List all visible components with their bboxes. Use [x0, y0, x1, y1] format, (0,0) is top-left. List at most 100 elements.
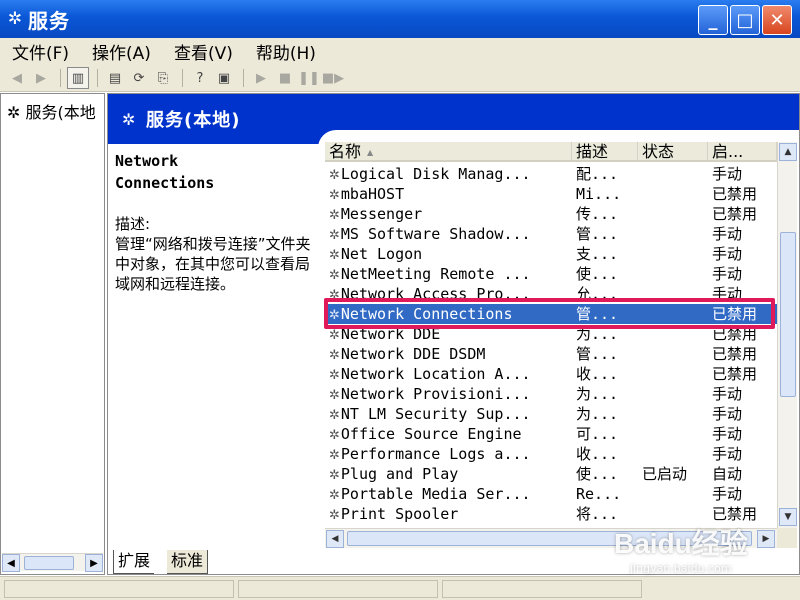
- scroll-left-icon[interactable]: ◀: [326, 530, 344, 548]
- view-tabs: 扩展 标准: [107, 550, 507, 574]
- service-startup-type: 手动: [712, 245, 743, 263]
- service-startup-type: 已禁用: [712, 205, 758, 223]
- refresh-icon[interactable]: ⟳: [128, 67, 150, 89]
- close-icon: ✕: [769, 9, 785, 31]
- tab-standard[interactable]: 标准: [167, 550, 209, 574]
- tree-horizontal-scrollbar[interactable]: ◀ ▶: [2, 553, 103, 572]
- watermark-logo: Baidu经验: [614, 528, 748, 559]
- description-label: 描述:: [115, 215, 151, 233]
- pane-title: 服务(本地): [146, 110, 241, 131]
- forward-arrow-icon[interactable]: ▶: [30, 67, 52, 89]
- service-name: ✲Messenger: [329, 204, 569, 226]
- service-row[interactable]: ✲Network DDE DSDM 管... 已禁用: [325, 344, 777, 364]
- service-name-text: Logical Disk Manag...: [340, 165, 531, 183]
- service-row[interactable]: ✲Logical Disk Manag... 配... 手动: [325, 164, 777, 184]
- window-title: 服务: [28, 8, 70, 33]
- scroll-right-icon[interactable]: ▶: [85, 554, 103, 572]
- service-row[interactable]: ✲MS Software Shadow... 管... 手动: [325, 224, 777, 244]
- menu-help[interactable]: 帮助(H): [244, 39, 327, 64]
- console-icon[interactable]: ▣: [213, 67, 235, 89]
- stop-service-icon[interactable]: ■: [274, 67, 296, 89]
- vertical-scrollbar[interactable]: ▲ ▼: [777, 142, 797, 528]
- service-row[interactable]: ✲Net Logon 支... 手动: [325, 244, 777, 264]
- service-startup-type: 手动: [712, 165, 743, 183]
- service-gear-icon: ✲: [329, 348, 340, 363]
- service-name-text: Office Source Engine: [340, 425, 522, 443]
- back-arrow-icon[interactable]: ◀: [6, 67, 28, 89]
- service-description: Re...: [576, 485, 622, 503]
- help-icon[interactable]: ?: [189, 67, 211, 89]
- service-row[interactable]: ✲NT LM Security Sup... 为... 手动: [325, 404, 777, 424]
- service-gear-icon: ✲: [329, 388, 340, 403]
- column-startup-type[interactable]: 启...: [708, 142, 777, 162]
- service-description: 为...: [576, 405, 619, 423]
- service-description: 使...: [576, 265, 619, 283]
- service-description: 将...: [576, 505, 619, 523]
- service-name: ✲NetMeeting Remote ...: [329, 264, 569, 286]
- export-list-icon[interactable]: ⎘: [152, 67, 174, 89]
- service-row[interactable]: ✲Network Provisioni... 为... 手动: [325, 384, 777, 404]
- service-description: 收...: [576, 365, 619, 383]
- tab-extended[interactable]: 扩展: [113, 550, 155, 574]
- services-list[interactable]: 名称 ▲ 描述 状态 启... ✲Logical Disk Manag... 配..…: [325, 142, 799, 550]
- scroll-left-icon[interactable]: ◀: [2, 554, 20, 572]
- pause-service-icon[interactable]: ❚❚: [298, 67, 320, 89]
- service-name-text: NetMeeting Remote ...: [340, 265, 531, 283]
- service-description: 支...: [576, 245, 619, 263]
- minimize-button[interactable]: _: [698, 5, 728, 35]
- menu-action[interactable]: 操作(A): [80, 39, 162, 64]
- tree-node-label: 服务(本地: [25, 103, 96, 122]
- toolbar-separator: [243, 69, 244, 87]
- menu-view[interactable]: 查看(V): [162, 39, 244, 64]
- service-row[interactable]: ✲Network Location A... 收... 已禁用: [325, 364, 777, 384]
- column-name[interactable]: 名称 ▲: [325, 142, 572, 162]
- column-status[interactable]: 状态: [638, 142, 708, 162]
- service-row[interactable]: ✲Portable Media Ser... Re... 手动: [325, 484, 777, 504]
- watermark-url: jingyan.baidu.com: [630, 562, 732, 575]
- service-name: ✲Office Source Engine: [329, 424, 569, 446]
- service-row[interactable]: ✲Messenger 传... 已禁用: [325, 204, 777, 224]
- service-startup-type: 已禁用: [712, 185, 758, 203]
- services-gear-icon: ✲: [122, 109, 136, 129]
- menu-file[interactable]: 文件(F): [0, 39, 80, 64]
- services-gear-icon: ✲: [7, 103, 21, 122]
- service-gear-icon: ✲: [329, 448, 340, 463]
- scroll-thumb[interactable]: [780, 232, 796, 397]
- status-cell: [4, 580, 234, 598]
- scroll-thumb[interactable]: [24, 556, 74, 570]
- service-row[interactable]: ✲mbaHOST Mi... 已禁用: [325, 184, 777, 204]
- console-tree[interactable]: ✲ 服务(本地: [0, 93, 105, 575]
- service-description: Mi...: [576, 185, 622, 203]
- description-panel: Network Connections 描述: 管理“网络和拨号连接”文件夹中对…: [115, 150, 315, 294]
- column-description[interactable]: 描述: [572, 142, 638, 162]
- maximize-button[interactable]: □: [730, 5, 760, 35]
- status-cell: [442, 580, 642, 598]
- toolbar: ◀ ▶ ▥ ▤ ⟳ ⎘ ? ▣ ▶ ■ ❚❚ ■▶: [0, 65, 800, 92]
- service-row[interactable]: ✲Print Spooler 将... 已禁用: [325, 504, 777, 524]
- service-gear-icon: ✲: [329, 488, 340, 503]
- service-name: ✲Net Logon: [329, 244, 569, 266]
- service-gear-icon: ✲: [329, 208, 340, 223]
- service-gear-icon: ✲: [329, 248, 340, 263]
- service-gear-icon: ✲: [329, 408, 340, 423]
- status-cell: [238, 580, 438, 598]
- service-name: ✲Network Location A...: [329, 364, 569, 386]
- service-startup-type: 手动: [712, 265, 743, 283]
- properties-icon[interactable]: ▤: [104, 67, 126, 89]
- service-name: ✲Logical Disk Manag...: [329, 164, 569, 186]
- service-row[interactable]: ✲Performance Logs a... 收... 手动: [325, 444, 777, 464]
- service-name: ✲Print Spooler: [329, 504, 569, 526]
- service-row[interactable]: ✲Office Source Engine 可... 手动: [325, 424, 777, 444]
- close-button[interactable]: ✕: [762, 5, 792, 35]
- service-description: 可...: [576, 425, 619, 443]
- show-hide-tree-icon[interactable]: ▥: [67, 67, 89, 89]
- service-gear-icon: ✲: [329, 168, 340, 183]
- start-service-icon[interactable]: ▶: [250, 67, 272, 89]
- tree-node-services-local[interactable]: ✲ 服务(本地: [7, 99, 96, 123]
- restart-service-icon[interactable]: ■▶: [322, 67, 344, 89]
- toolbar-separator: [97, 69, 98, 87]
- title-bar[interactable]: ✲ 服务 _ □ ✕: [0, 0, 800, 38]
- service-row[interactable]: ✲Plug and Play 使... 已启动 自动: [325, 464, 777, 484]
- service-row[interactable]: ✲NetMeeting Remote ... 使... 手动: [325, 264, 777, 284]
- scroll-up-icon[interactable]: ▲: [779, 143, 797, 161]
